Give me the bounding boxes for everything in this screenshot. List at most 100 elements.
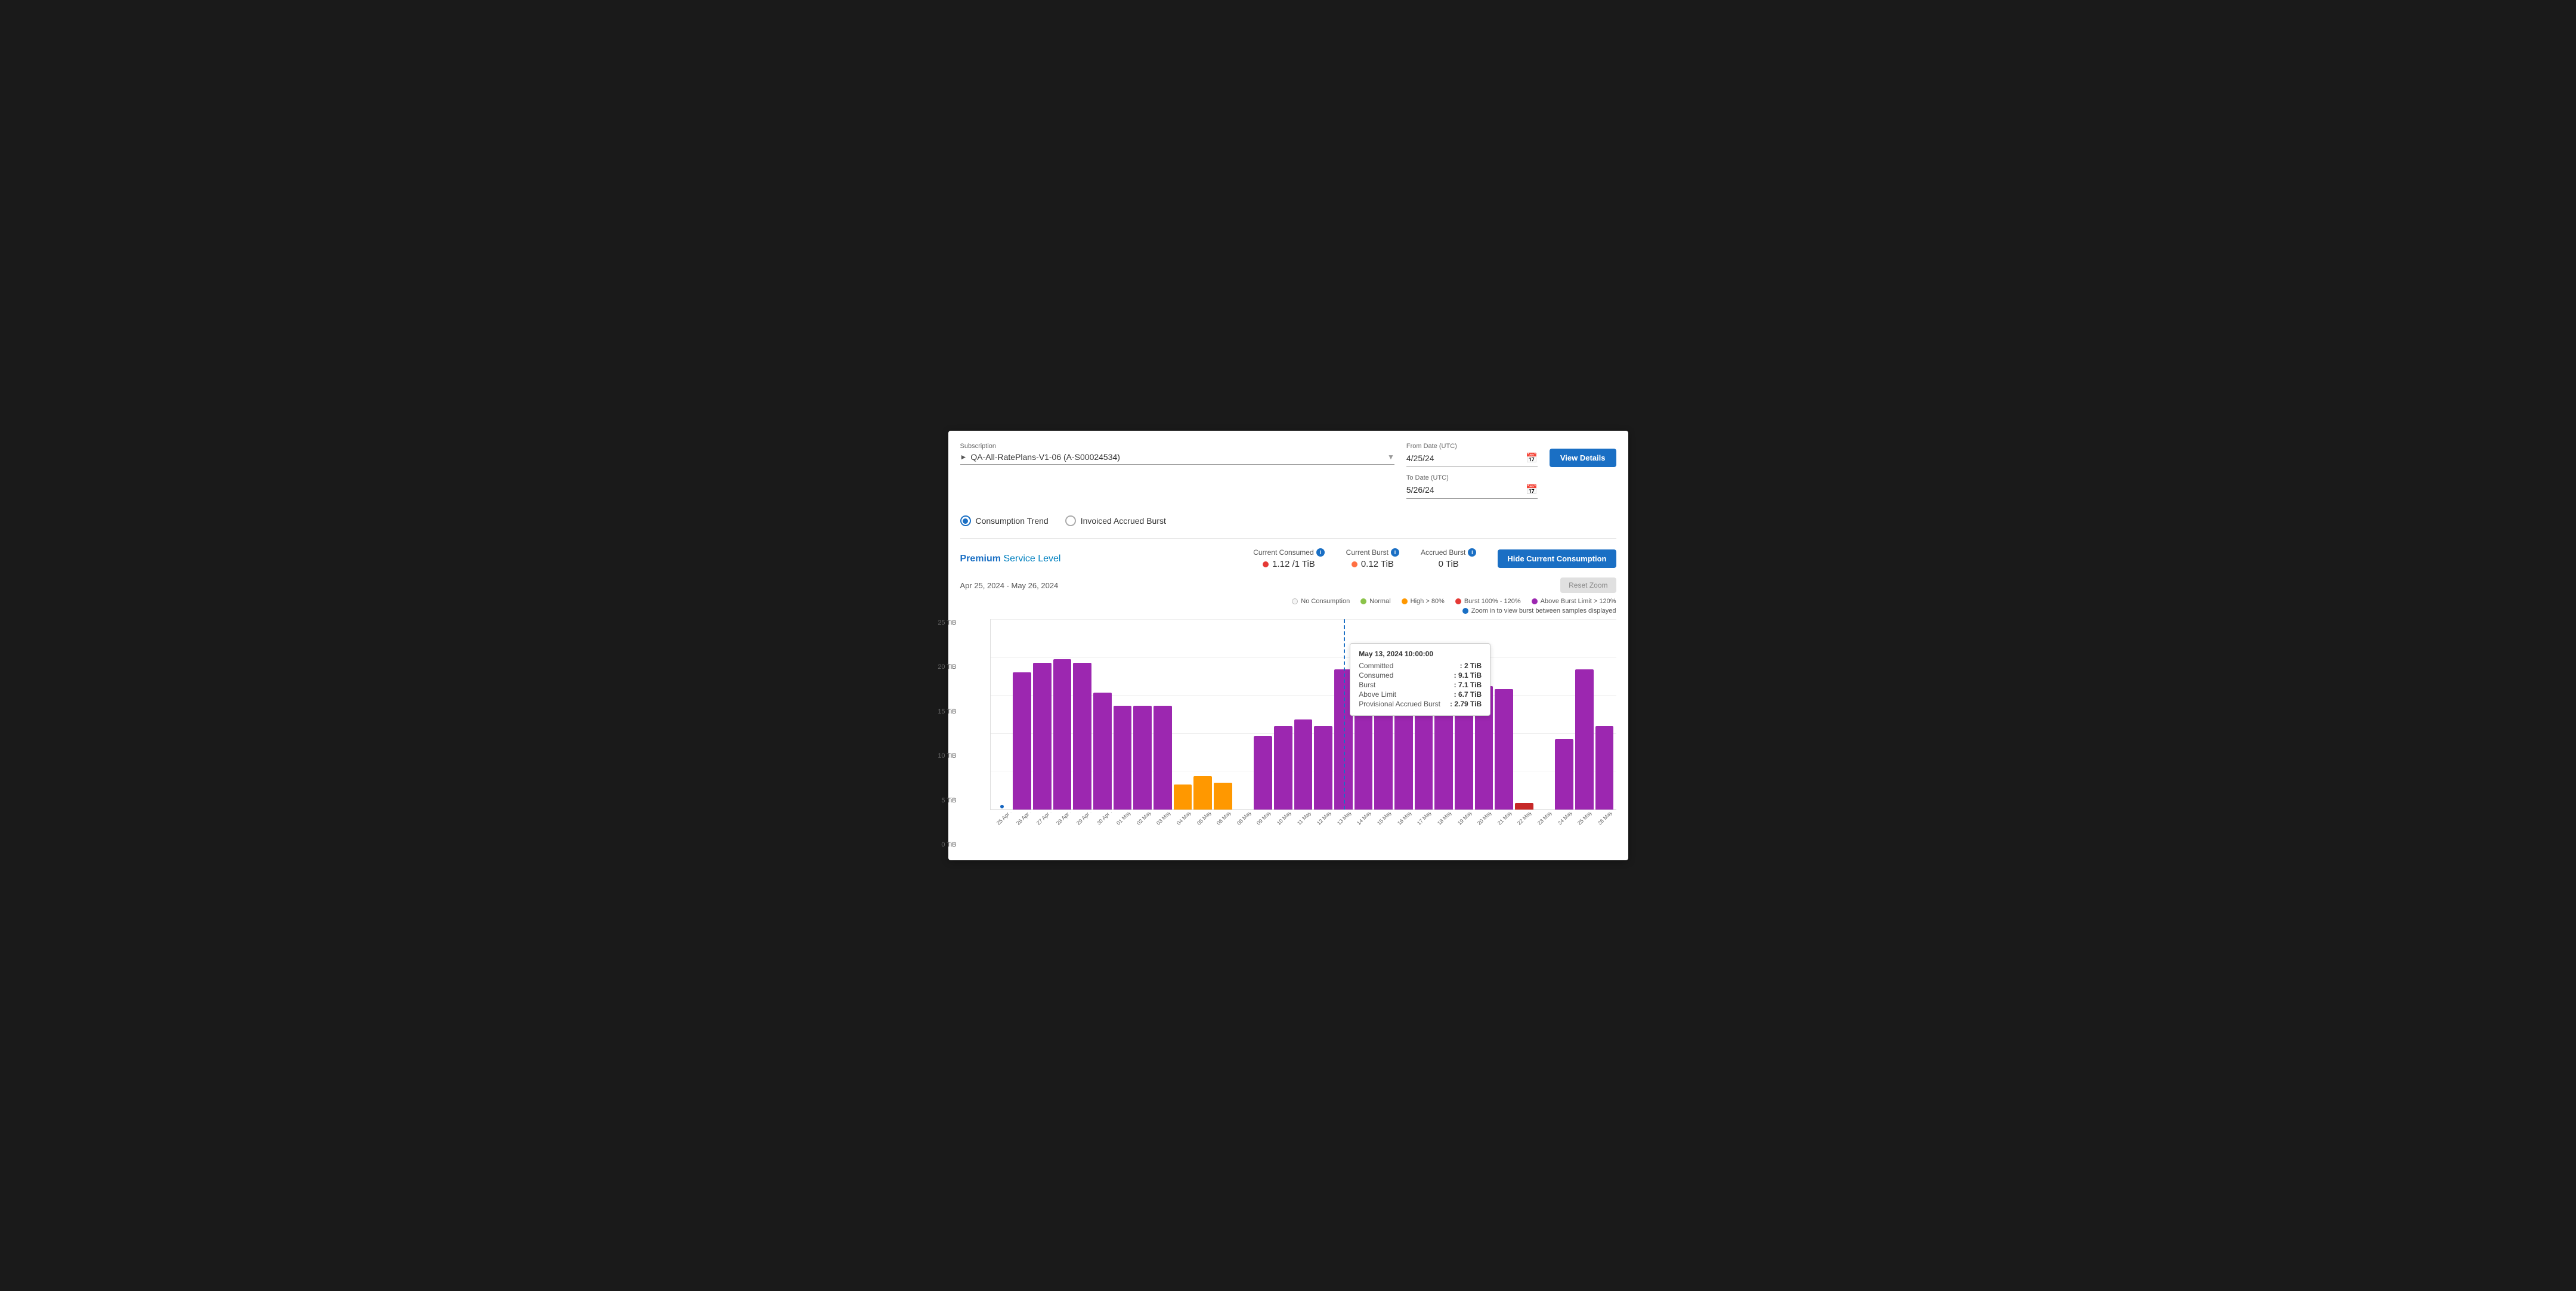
bar-group-12[interactable] xyxy=(1234,806,1253,810)
legend-burst-label: Burst 100% - 120% xyxy=(1464,598,1521,605)
tooltip-provisional-row: Provisional Accrued Burst : 2.79 TiB xyxy=(1359,700,1482,708)
view-details-button[interactable]: View Details xyxy=(1550,449,1616,467)
metric-current-consumed: Current Consumed i 1.12 /1 TiB xyxy=(1253,548,1324,569)
bar-25[interactable] xyxy=(1495,689,1513,810)
bar-group-5[interactable] xyxy=(1093,693,1112,810)
current-consumed-dot xyxy=(1263,561,1269,567)
legend-no-consumption: No Consumption xyxy=(1292,598,1350,605)
bar-group-10[interactable] xyxy=(1193,776,1212,810)
bar-2[interactable] xyxy=(1033,663,1052,810)
bar-3[interactable] xyxy=(1053,659,1072,810)
bar-group-14[interactable] xyxy=(1274,726,1292,810)
bar-1[interactable] xyxy=(1013,672,1031,810)
bar-13[interactable] xyxy=(1254,736,1272,810)
bar-group-6[interactable] xyxy=(1114,706,1132,810)
bar-dot-0 xyxy=(1000,805,1004,808)
tooltip-above-limit-row: Above Limit : 6.7 TiB xyxy=(1359,690,1482,699)
radio-consumption-trend[interactable]: Consumption Trend xyxy=(960,515,1049,526)
legend-burst: Burst 100% - 120% xyxy=(1455,598,1521,605)
from-calendar-icon[interactable]: 📅 xyxy=(1526,452,1538,464)
bar-26[interactable] xyxy=(1515,803,1533,810)
bar-group-30[interactable] xyxy=(1595,726,1614,810)
subscription-dropdown-icon[interactable]: ▼ xyxy=(1387,453,1394,461)
bar-group-3[interactable] xyxy=(1053,659,1072,810)
bar-5[interactable] xyxy=(1093,693,1112,810)
bar-group-9[interactable] xyxy=(1174,785,1192,810)
bar-group-1[interactable] xyxy=(1013,672,1031,810)
bar-8[interactable] xyxy=(1154,706,1172,810)
bar-group-8[interactable] xyxy=(1154,706,1172,810)
radio-invoiced-accrued-burst[interactable]: Invoiced Accrued Burst xyxy=(1065,515,1166,526)
bar-group-28[interactable] xyxy=(1555,739,1573,810)
bars-area xyxy=(991,619,1616,810)
chart-container[interactable]: May 13, 2024 10:00:00 Committed : 2 TiB … xyxy=(990,619,1616,810)
current-consumed-info-icon[interactable]: i xyxy=(1316,548,1325,557)
tooltip-title: May 13, 2024 10:00:00 xyxy=(1359,650,1482,658)
bar-group-29[interactable] xyxy=(1575,669,1594,810)
bar-group-4[interactable] xyxy=(1073,663,1091,810)
to-date-value: 5/26/24 xyxy=(1406,485,1434,495)
metric-current-consumed-label: Current Consumed i xyxy=(1253,548,1324,557)
from-date-value-row[interactable]: 4/25/24 📅 xyxy=(1406,452,1538,467)
y-label-5: 5 TiB xyxy=(941,797,956,804)
view-details-section: View Details xyxy=(1550,449,1616,467)
tooltip-consumed-value: : 9.1 TiB xyxy=(1454,671,1482,680)
metric-current-consumed-value: 1.12 /1 TiB xyxy=(1253,559,1324,569)
legend-normal-label: Normal xyxy=(1369,598,1390,605)
main-container: Subscription ► QA-All-RatePlans-V1-06 (A… xyxy=(948,431,1628,860)
bar-7[interactable] xyxy=(1133,706,1152,810)
date-section: From Date (UTC) 4/25/24 📅 To Date (UTC) … xyxy=(1406,443,1538,506)
accrued-burst-info-icon[interactable]: i xyxy=(1468,548,1476,557)
legend-row: No Consumption Normal High > 80% Burst 1… xyxy=(960,598,1616,605)
service-level-suffix: Service Level xyxy=(1003,554,1060,564)
bar-11[interactable] xyxy=(1214,783,1232,810)
bar-28[interactable] xyxy=(1555,739,1573,810)
current-time-indicator xyxy=(1344,619,1345,810)
bar-group-2[interactable] xyxy=(1033,663,1052,810)
legend-above-burst: Above Burst Limit > 120% xyxy=(1532,598,1616,605)
current-burst-info-icon[interactable]: i xyxy=(1391,548,1399,557)
legend-note: Zoom in to view burst between samples di… xyxy=(960,607,1616,614)
tooltip-burst-label: Burst xyxy=(1359,681,1375,689)
chart-y-and-inner: 25 TiB 20 TiB 15 TiB 10 TiB 5 TiB 0 TiB xyxy=(960,619,1616,810)
metrics-row: Current Consumed i 1.12 /1 TiB Current B… xyxy=(1253,548,1616,569)
bar-group-11[interactable] xyxy=(1214,783,1232,810)
radio-consumption-trend-circle[interactable] xyxy=(960,515,971,526)
from-date-label: From Date (UTC) xyxy=(1406,443,1538,450)
radio-invoiced-label: Invoiced Accrued Burst xyxy=(1081,516,1166,526)
tooltip-committed-value: : 2 TiB xyxy=(1460,662,1482,670)
bar-15[interactable] xyxy=(1294,719,1313,810)
legend-high-dot xyxy=(1402,598,1408,604)
to-calendar-icon[interactable]: 📅 xyxy=(1526,484,1538,496)
top-controls: Subscription ► QA-All-RatePlans-V1-06 (A… xyxy=(960,443,1616,506)
legend-burst-dot xyxy=(1455,598,1461,604)
legend-no-consumption-dot xyxy=(1292,598,1298,604)
bar-group-15[interactable] xyxy=(1294,719,1313,810)
bar-30[interactable] xyxy=(1595,726,1614,810)
legend-high: High > 80% xyxy=(1402,598,1445,605)
bar-9[interactable] xyxy=(1174,785,1192,810)
current-burst-dot xyxy=(1352,561,1357,567)
bar-10[interactable] xyxy=(1193,776,1212,810)
radio-invoiced-circle[interactable] xyxy=(1065,515,1076,526)
legend-no-consumption-label: No Consumption xyxy=(1301,598,1350,605)
radio-section: Consumption Trend Invoiced Accrued Burst xyxy=(960,515,1616,526)
bar-group-25[interactable] xyxy=(1495,689,1513,810)
bar-4[interactable] xyxy=(1073,663,1091,810)
reset-zoom-button[interactable]: Reset Zoom xyxy=(1560,577,1616,593)
bar-29[interactable] xyxy=(1575,669,1594,810)
bar-16[interactable] xyxy=(1314,726,1332,810)
service-level-premium: Premium xyxy=(960,554,1001,564)
bar-group-16[interactable] xyxy=(1314,726,1332,810)
subscription-select[interactable]: ► QA-All-RatePlans-V1-06 (A-S00024534) ▼ xyxy=(960,452,1394,465)
bar-group-27[interactable] xyxy=(1535,806,1554,810)
bar-group-0[interactable] xyxy=(993,805,1012,810)
hide-consumption-button[interactable]: Hide Current Consumption xyxy=(1498,549,1616,568)
bar-group-7[interactable] xyxy=(1133,706,1152,810)
bar-6[interactable] xyxy=(1114,706,1132,810)
bar-group-26[interactable] xyxy=(1515,803,1533,810)
y-label-25: 25 TiB xyxy=(938,619,956,626)
to-date-value-row[interactable]: 5/26/24 📅 xyxy=(1406,484,1538,499)
bar-group-13[interactable] xyxy=(1254,736,1272,810)
bar-14[interactable] xyxy=(1274,726,1292,810)
